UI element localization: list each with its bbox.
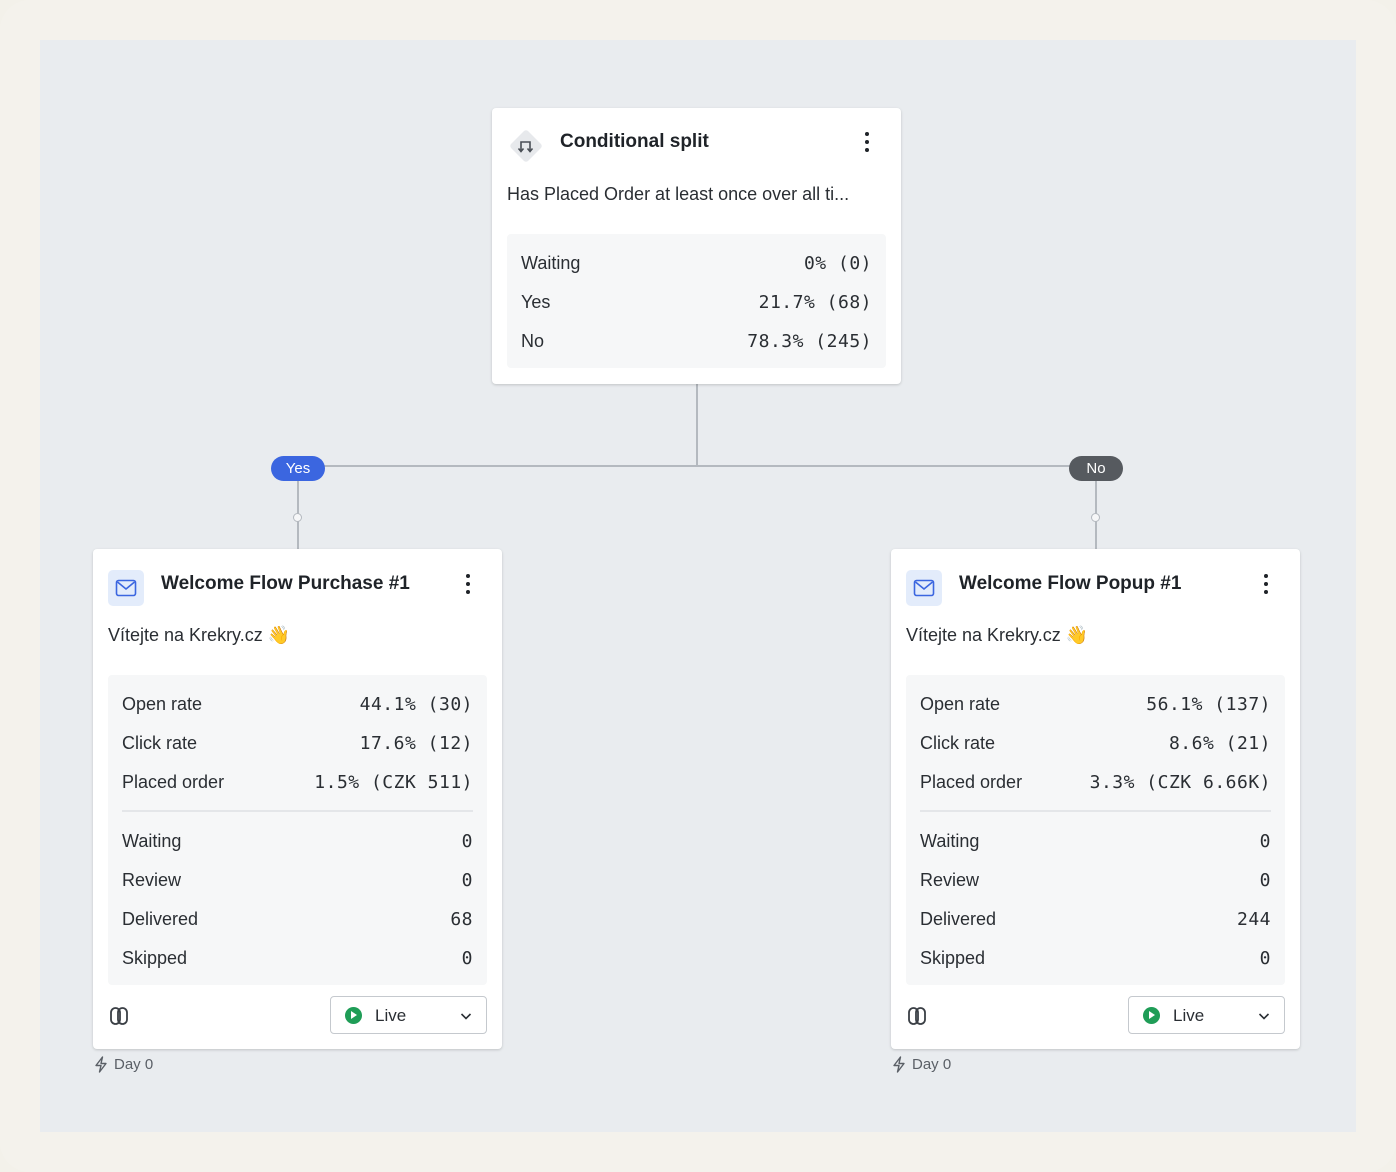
play-icon (345, 1007, 362, 1024)
email-stats-panel: Open rate 44.1% (30) Click rate 17.6% (1… (108, 675, 487, 985)
envelope-icon (108, 570, 144, 606)
count-value: 244 (1236, 908, 1271, 930)
metric-row: Open rate 56.1% (137) (920, 689, 1271, 719)
yes-branch-badge: Yes (271, 456, 325, 481)
metric-label: Click rate (920, 732, 996, 753)
email-more-menu-icon[interactable] (1256, 571, 1276, 597)
stat-value: 0% (0) (803, 252, 872, 274)
metric-row: Click rate 8.6% (21) (920, 728, 1271, 758)
count-value: 0 (461, 830, 473, 852)
count-label: Delivered (920, 908, 997, 929)
status-dropdown[interactable]: Live (1128, 996, 1285, 1034)
count-label: Waiting (920, 830, 980, 851)
count-row: Delivered 68 (122, 904, 473, 934)
count-row: Skipped 0 (122, 943, 473, 973)
count-label: Delivered (122, 908, 199, 929)
split-more-menu-icon[interactable] (857, 129, 877, 155)
count-value: 0 (1259, 869, 1271, 891)
count-row: Skipped 0 (920, 943, 1271, 973)
metric-row: Placed order 3.3% (CZK 6.66K) (920, 767, 1271, 797)
flow-canvas[interactable]: Yes No Conditional split Has Placed Orde… (40, 40, 1356, 1132)
status-label: Live (375, 1006, 407, 1025)
metric-value: 8.6% (21) (1168, 732, 1271, 754)
delay-text: Day 0 (114, 1056, 154, 1073)
split-arrows-icon (510, 130, 542, 162)
count-value: 68 (450, 908, 473, 930)
lightning-icon (95, 1056, 107, 1073)
count-row: Review 0 (920, 865, 1271, 895)
conditional-split-card[interactable]: Conditional split Has Placed Order at le… (492, 108, 901, 384)
metric-value: 44.1% (30) (359, 693, 473, 715)
stat-value: 78.3% (245) (747, 330, 872, 352)
metric-row: Placed order 1.5% (CZK 511) (122, 767, 473, 797)
metric-label: Placed order (920, 771, 1023, 792)
metric-value: 1.5% (CZK 511) (314, 771, 473, 793)
metric-label: Placed order (122, 771, 225, 792)
email-stats-panel: Open rate 56.1% (137) Click rate 8.6% (2… (906, 675, 1285, 985)
count-label: Review (122, 869, 182, 890)
no-branch-node (1091, 513, 1100, 522)
split-stat-row: Yes 21.7% (68) (521, 287, 872, 317)
metric-row: Click rate 17.6% (12) (122, 728, 473, 758)
no-branch-badge: No (1069, 456, 1123, 481)
yes-branch-node (293, 513, 302, 522)
count-value: 0 (461, 947, 473, 969)
lightning-icon (893, 1056, 905, 1073)
linked-content-icon[interactable] (108, 1005, 130, 1027)
email-card-popup[interactable]: Welcome Flow Popup #1 Vítejte na Krekry.… (891, 549, 1300, 1049)
count-row: Review 0 (122, 865, 473, 895)
split-stat-row: Waiting 0% (0) (521, 248, 872, 278)
metric-label: Click rate (122, 732, 198, 753)
email-card-purchase[interactable]: Welcome Flow Purchase #1 Vítejte na Krek… (93, 549, 502, 1049)
count-label: Skipped (122, 947, 188, 968)
stat-label: No (521, 330, 545, 351)
stat-label: Yes (521, 291, 551, 312)
email-more-menu-icon[interactable] (458, 571, 478, 597)
app-frame: Yes No Conditional split Has Placed Orde… (0, 0, 1396, 1172)
branch-horizontal-line (297, 465, 1097, 467)
count-value: 0 (1259, 947, 1271, 969)
metric-value: 56.1% (137) (1146, 693, 1271, 715)
play-icon (1143, 1007, 1160, 1024)
metric-label: Open rate (122, 693, 203, 714)
status-label: Live (1173, 1006, 1205, 1025)
count-label: Review (920, 869, 980, 890)
count-row: Waiting 0 (122, 826, 473, 856)
linked-content-icon[interactable] (906, 1005, 928, 1027)
count-value: 0 (1259, 830, 1271, 852)
count-label: Skipped (920, 947, 986, 968)
metric-label: Open rate (920, 693, 1001, 714)
delay-label: Day 0 (892, 1056, 951, 1073)
split-condition: Has Placed Order at least once over all … (507, 184, 850, 204)
split-title: Conditional split (560, 131, 709, 152)
metric-row: Open rate 44.1% (30) (122, 689, 473, 719)
stats-divider (920, 810, 1271, 812)
delay-text: Day 0 (912, 1056, 952, 1073)
count-row: Waiting 0 (920, 826, 1271, 856)
split-stats-panel: Waiting 0% (0) Yes 21.7% (68) No 78.3% (… (507, 234, 886, 368)
split-stem-line (696, 384, 698, 466)
chevron-down-icon (460, 1013, 472, 1020)
count-value: 0 (461, 869, 473, 891)
stat-value: 21.7% (68) (758, 291, 872, 313)
chevron-down-icon (1258, 1013, 1270, 1020)
metric-value: 17.6% (12) (359, 732, 473, 754)
count-label: Waiting (122, 830, 182, 851)
email-subject: Vítejte na Krekry.cz 👋 (906, 625, 1089, 645)
delay-label: Day 0 (94, 1056, 153, 1073)
stats-divider (122, 810, 473, 812)
email-subject: Vítejte na Krekry.cz 👋 (108, 625, 291, 645)
email-title: Welcome Flow Purchase #1 (161, 573, 410, 594)
envelope-icon (906, 570, 942, 606)
metric-value: 3.3% (CZK 6.66K) (1089, 771, 1271, 793)
split-stat-row: No 78.3% (245) (521, 326, 872, 356)
count-row: Delivered 244 (920, 904, 1271, 934)
stat-label: Waiting (521, 252, 581, 273)
email-title: Welcome Flow Popup #1 (959, 573, 1182, 594)
status-dropdown[interactable]: Live (330, 996, 487, 1034)
